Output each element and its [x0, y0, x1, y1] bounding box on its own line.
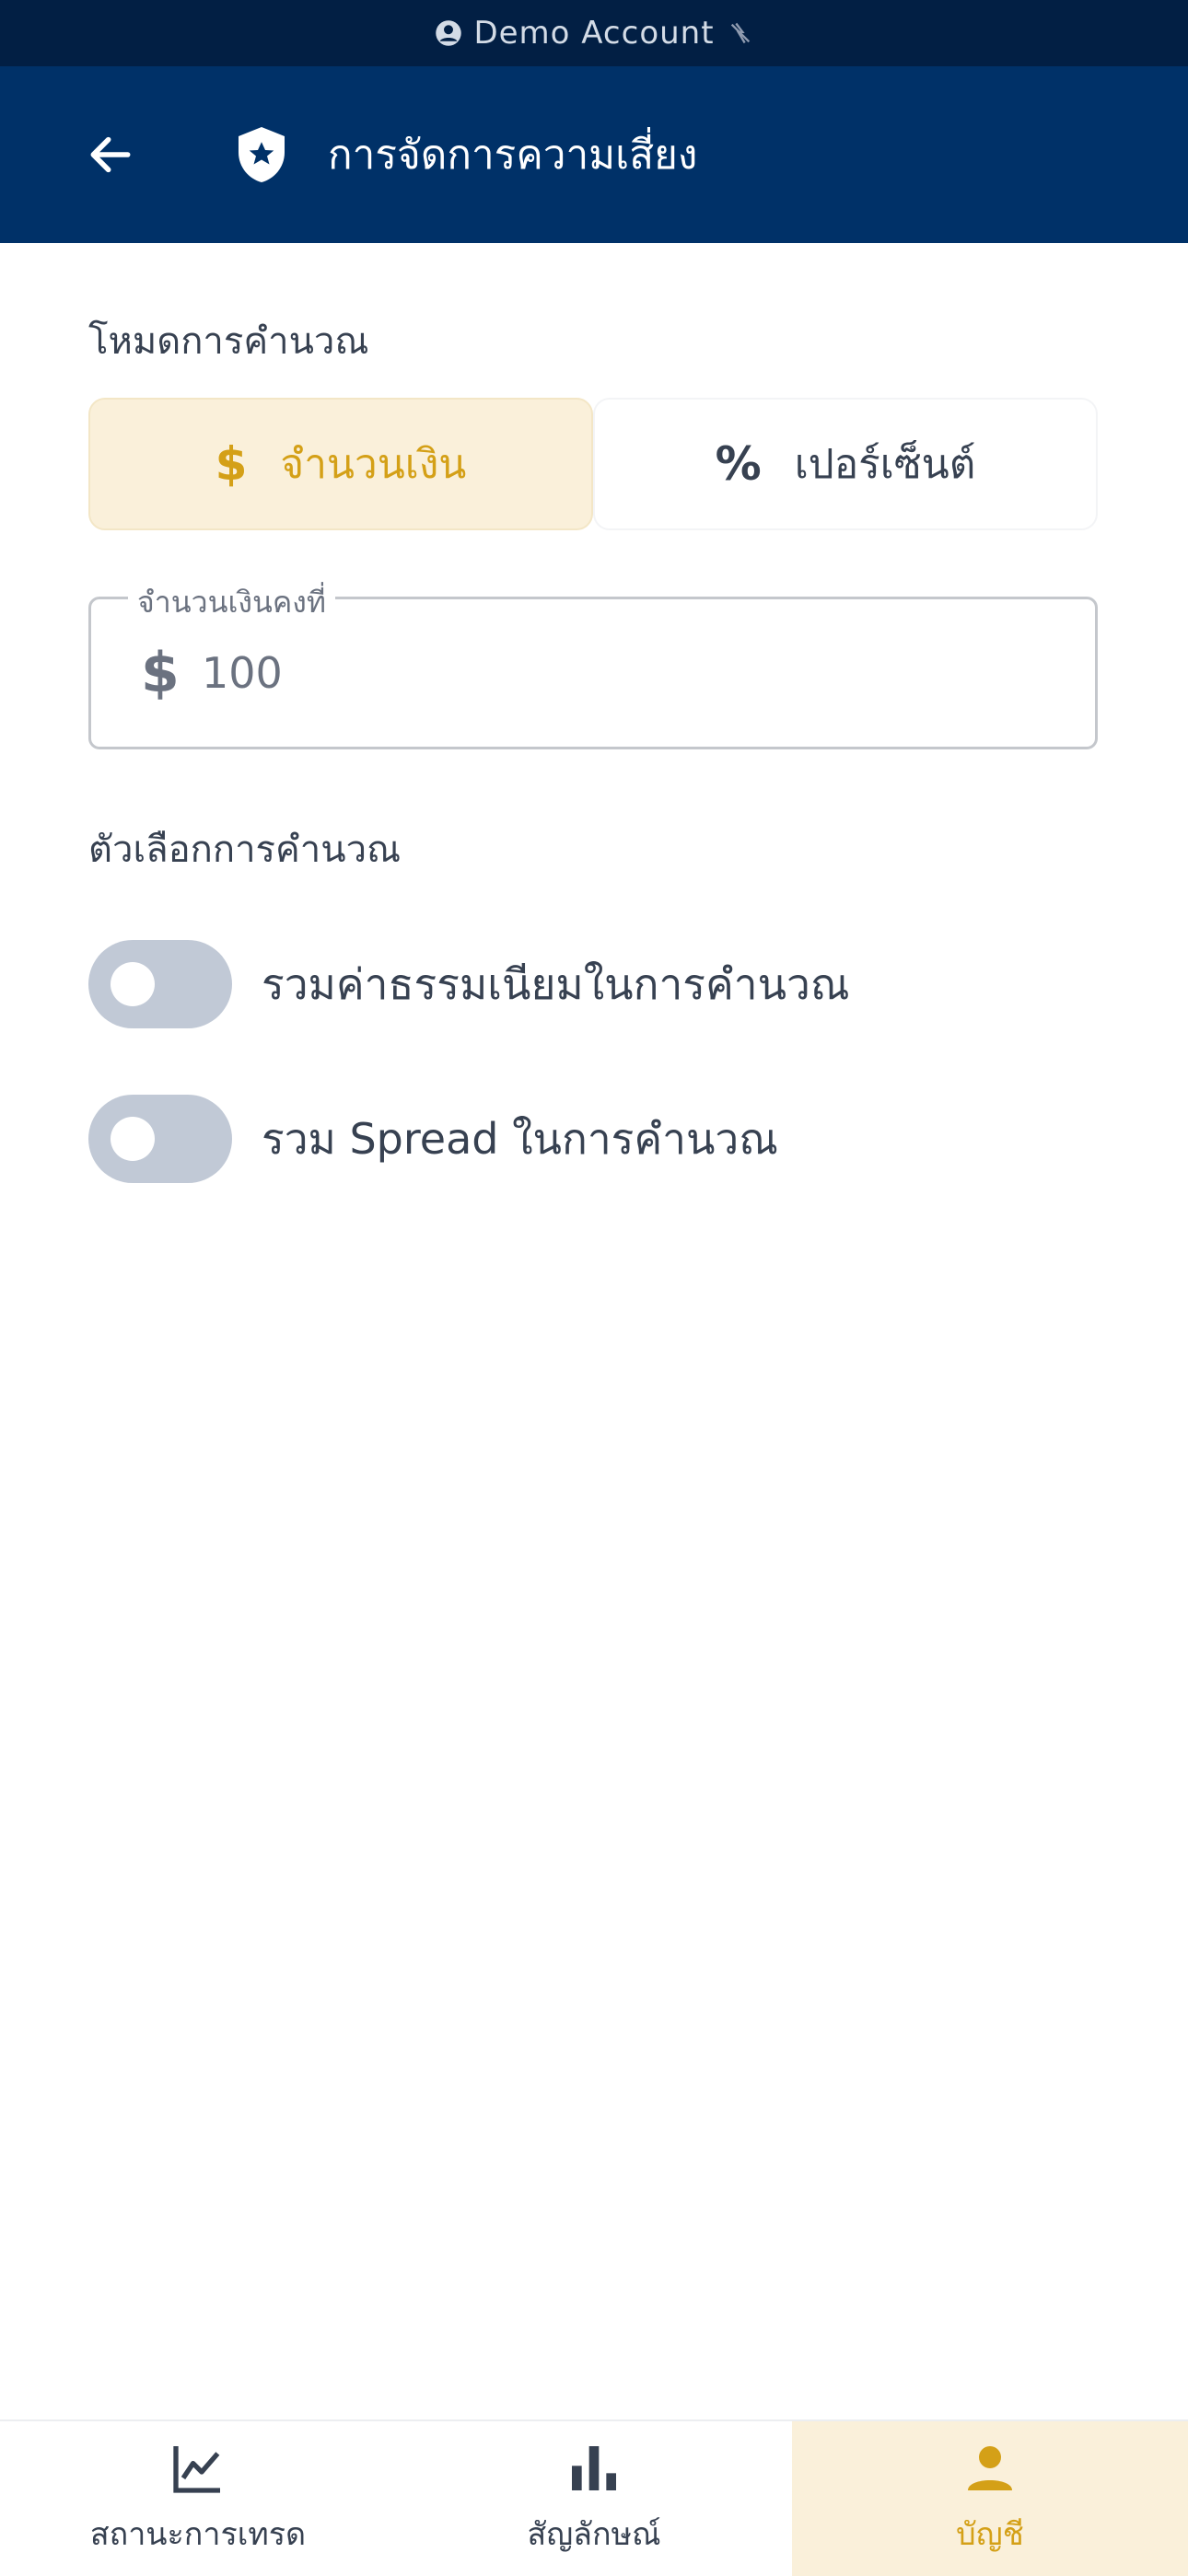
fixed-amount-field: จำนวนเงินคงที่ $ [88, 579, 1098, 749]
nav-trade-status-label: สถานะการเทรด [89, 2516, 307, 2553]
dollar-icon: $ [215, 437, 248, 491]
bar-chart-icon [572, 2446, 616, 2490]
app-header: การจัดการความเสี่ยง [0, 66, 1188, 243]
include-fees-label: รวมค่าธรรมเนียมในการคำนวณ [262, 958, 850, 1009]
mode-percent-button[interactable]: % เปอร์เซ็นต์ [593, 398, 1098, 530]
include-spread-toggle[interactable] [88, 1095, 232, 1183]
mode-amount-button[interactable]: $ จำนวนเงิน [88, 398, 593, 530]
demo-account-label: Demo Account [473, 15, 715, 52]
percent-icon: % [715, 437, 762, 491]
mode-amount-label: จำนวนเงิน [280, 441, 467, 488]
connection-off-icon [730, 22, 750, 44]
toggle-row-spread: รวม Spread ในการคำนวณ [88, 1095, 778, 1183]
page-title: การจัดการความเสี่ยง [328, 132, 698, 179]
mode-percent-label: เปอร์เซ็นต์ [794, 441, 976, 488]
fixed-amount-label: จำนวนเงินคงที่ [128, 579, 335, 626]
currency-dollar-icon: $ [141, 641, 180, 705]
nav-symbols[interactable]: สัญลักษณ์ [396, 2421, 792, 2576]
nav-account-label: บัญชี [956, 2516, 1024, 2553]
calc-mode-label: โหมดการคำนวณ [88, 320, 369, 363]
toggle-knob [111, 1117, 155, 1161]
shield-star-icon [239, 127, 285, 182]
back-button[interactable] [77, 122, 144, 188]
fixed-amount-input[interactable] [202, 648, 938, 698]
bottom-nav: สถานะการเทรด สัญลักษณ์ บัญชี [0, 2419, 1188, 2576]
account-circle-icon [436, 20, 462, 46]
toggle-row-fees: รวมค่าธรรมเนียมในการคำนวณ [88, 940, 850, 1028]
calc-options-label: ตัวเลือกการคำนวณ [88, 829, 402, 871]
nav-account[interactable]: บัญชี [792, 2421, 1188, 2576]
include-spread-label: รวม Spread ในการคำนวณ [262, 1113, 778, 1164]
nav-symbols-label: สัญลักษณ์ [527, 2516, 661, 2553]
demo-account-bar: Demo Account [0, 0, 1188, 66]
toggle-knob [111, 962, 155, 1006]
arrow-left-icon [90, 136, 131, 173]
nav-trade-status[interactable]: สถานะการเทรด [0, 2421, 396, 2576]
calc-mode-selector: $ จำนวนเงิน % เปอร์เซ็นต์ [88, 398, 1098, 530]
include-fees-toggle[interactable] [88, 940, 232, 1028]
line-chart-icon [173, 2446, 220, 2493]
person-icon [968, 2446, 1012, 2490]
